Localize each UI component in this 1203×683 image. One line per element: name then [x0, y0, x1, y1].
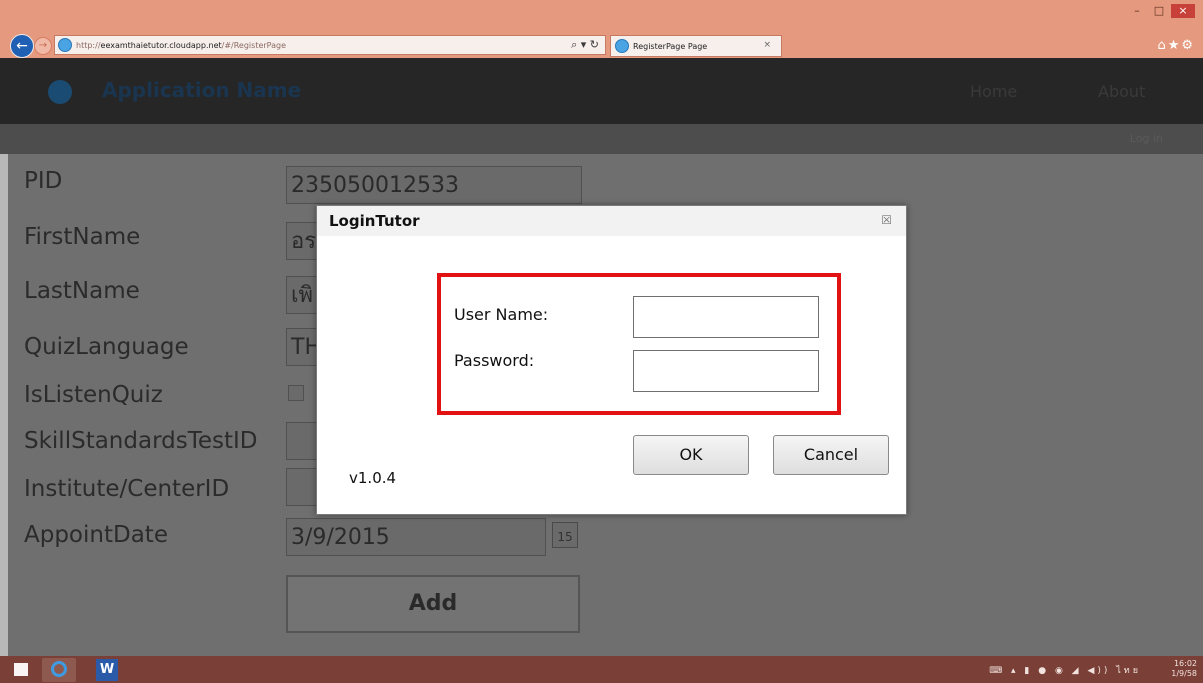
ie-page-icon: [58, 38, 72, 52]
username-label: User Name:: [454, 305, 549, 324]
firstname-label: FirstName: [24, 224, 141, 250]
clock[interactable]: 16:02 1/9/58: [1171, 659, 1197, 679]
red-highlight-box: [437, 273, 841, 415]
ok-button[interactable]: OK: [633, 435, 749, 475]
nav-about-link[interactable]: About: [1098, 82, 1145, 101]
url-prefix: http://: [76, 40, 101, 50]
tab-title: RegisterPage Page: [633, 41, 708, 51]
taskbar: W ⌨ ▴ ▮ ● ◉ ◢ ◀)) ไทย 16:02 1/9/58: [0, 656, 1203, 683]
app-logo-icon: [48, 80, 72, 104]
tab-close-icon[interactable]: ×: [763, 40, 771, 50]
nav-home-link[interactable]: Home: [970, 82, 1017, 101]
version-label: v1.0.4: [349, 469, 397, 487]
clock-time: 16:02: [1173, 659, 1197, 668]
institute-centerid-label: Institute/CenterID: [24, 476, 230, 502]
app-navbar: Application Name Home About: [0, 58, 1203, 124]
calendar-icon[interactable]: 15: [552, 522, 578, 548]
search-refresh-icons[interactable]: ⌕ ▾ ↻: [571, 38, 599, 52]
back-arrow-icon[interactable]: ←: [10, 34, 34, 58]
cancel-button[interactable]: Cancel: [773, 435, 889, 475]
login-dialog: LoginTutor ☒ User Name: Password: OK Can…: [316, 205, 907, 515]
add-button[interactable]: Add: [286, 575, 580, 633]
islistenquiz-checkbox[interactable]: [288, 385, 304, 401]
windows-start-icon[interactable]: [14, 663, 28, 676]
username-input[interactable]: [633, 296, 819, 338]
word-icon[interactable]: W: [96, 659, 118, 681]
islistenquiz-label: IsListenQuiz: [24, 382, 163, 408]
window-controls: – □ ×: [1127, 4, 1195, 18]
taskbar-ie-button[interactable]: [42, 658, 76, 682]
home-favorites-settings-icons[interactable]: ⌂★⚙: [1157, 38, 1195, 53]
dialog-close-icon[interactable]: ☒: [881, 213, 892, 227]
dialog-title: LoginTutor: [329, 212, 420, 230]
ie-tab-icon: [615, 39, 629, 53]
lastname-label: LastName: [24, 278, 140, 304]
minimize-button[interactable]: –: [1127, 4, 1147, 18]
dialog-titlebar: LoginTutor ☒: [317, 206, 906, 236]
sub-bar-link[interactable]: Log in: [1130, 132, 1163, 145]
restore-button[interactable]: □: [1149, 4, 1169, 18]
appointdate-input[interactable]: 3/9/2015: [286, 518, 546, 556]
ie-icon: [51, 661, 67, 677]
url-path: /#/RegisterPage: [221, 40, 287, 50]
tab-registerpage[interactable]: RegisterPage Page ×: [610, 35, 782, 57]
app-name[interactable]: Application Name: [102, 78, 301, 102]
close-window-button[interactable]: ×: [1171, 4, 1195, 18]
password-label: Password:: [454, 351, 535, 370]
quizlanguage-label: QuizLanguage: [24, 334, 189, 360]
skillstandardstestid-label: SkillStandardsTestID: [24, 428, 258, 454]
system-tray[interactable]: ⌨ ▴ ▮ ● ◉ ◢ ◀)) ไทย: [989, 663, 1141, 677]
password-input[interactable]: [633, 350, 819, 392]
browser-frame: – □ × ← → http:// eexamthaietutor.clouda…: [0, 0, 1203, 58]
forward-arrow-icon[interactable]: →: [34, 37, 52, 55]
url-host: eexamthaietutor.cloudapp.net: [100, 40, 222, 50]
appointdate-label: AppointDate: [24, 522, 168, 548]
sub-bar: Log in: [0, 124, 1203, 154]
pid-label: PID: [24, 168, 63, 194]
pid-input[interactable]: 235050012533: [286, 166, 582, 204]
address-bar[interactable]: http:// eexamthaietutor.cloudapp.net /#/…: [54, 35, 606, 55]
clock-date: 1/9/58: [1171, 669, 1197, 678]
